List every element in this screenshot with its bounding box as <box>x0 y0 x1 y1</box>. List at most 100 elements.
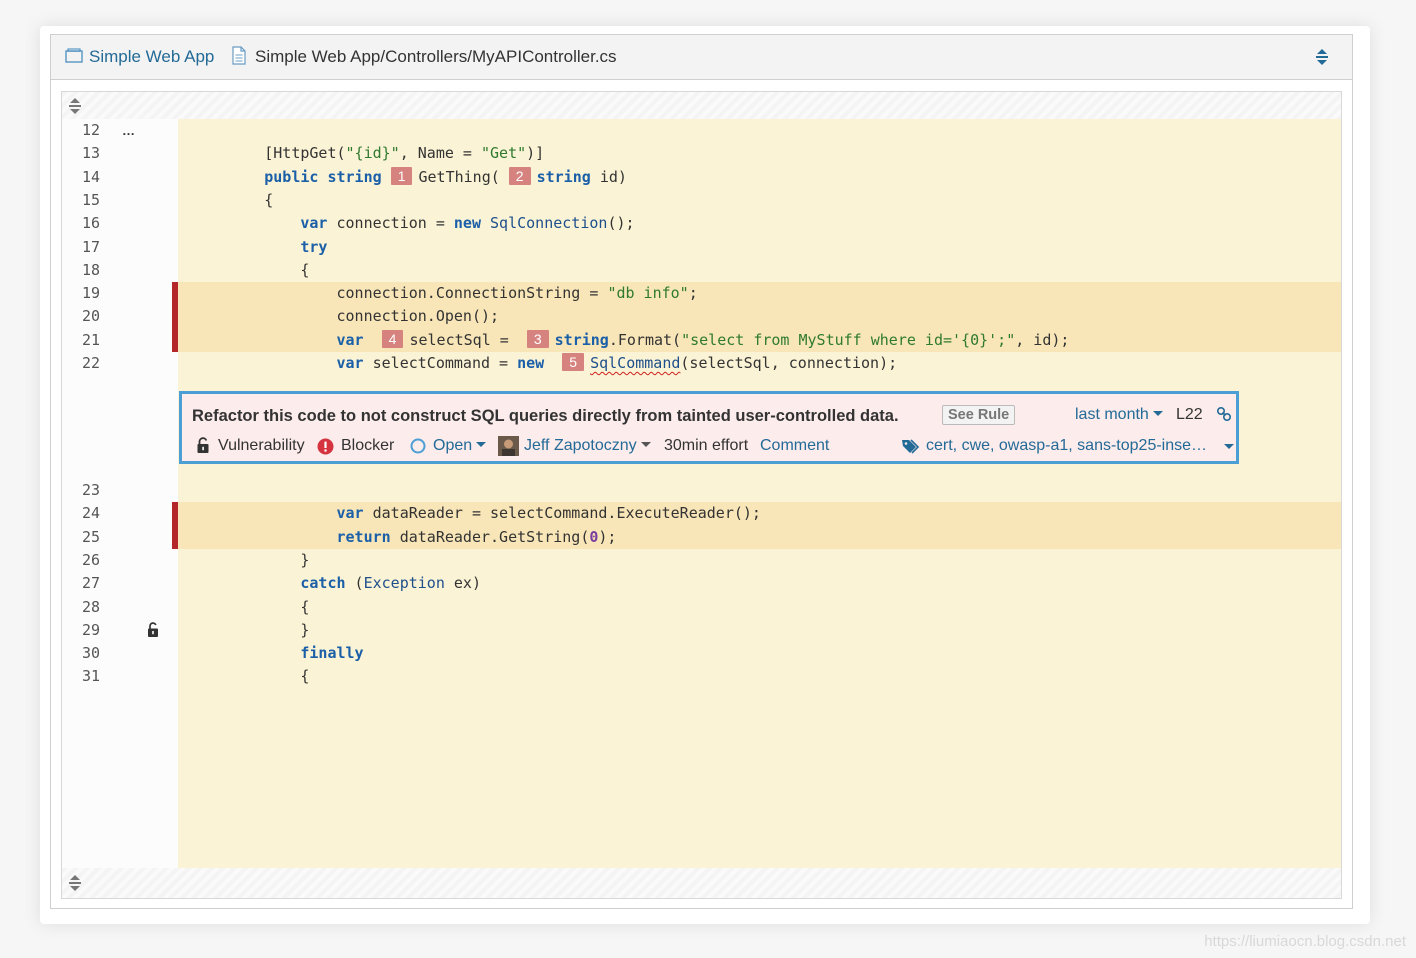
line-number[interactable]: 18 <box>62 259 100 282</box>
project-link[interactable]: Simple Web App <box>89 47 214 67</box>
code-text: { <box>264 190 274 209</box>
code-line: 19 connection.ConnectionString = "db inf… <box>62 282 1341 306</box>
code-line: 21 var 4 selectSql = 3 string.Format("sele… <box>62 328 1341 353</box>
comment-link[interactable]: Comment <box>760 436 829 456</box>
line-number[interactable]: 13 <box>62 142 100 165</box>
assignee-dropdown[interactable]: Jeff Zapotoczny <box>524 436 651 456</box>
line-number[interactable]: 30 <box>62 642 100 665</box>
code-line: 17 try <box>62 236 1341 259</box>
issue-location-bar[interactable] <box>172 502 178 549</box>
source-viewer-header: Simple Web App Simple Web App/Controller… <box>51 35 1352 80</box>
chevron-down-icon <box>476 442 487 447</box>
line-number[interactable]: 28 <box>62 596 100 619</box>
issue-message[interactable]: Refactor this code to not construct SQL … <box>192 406 899 426</box>
tags-dropdown-icon[interactable] <box>1224 444 1234 449</box>
code-line: 14 public string 1 GetThing( 2 string id) <box>62 166 1341 189</box>
source-viewer-panel: Simple Web App Simple Web App/Controller… <box>50 34 1353 909</box>
issue-line-link[interactable]: L22 <box>1176 405 1203 425</box>
line-number[interactable]: 12 <box>62 119 100 142</box>
location-marker[interactable]: 2 <box>508 166 531 185</box>
code-text: { <box>300 667 310 686</box>
avatar <box>498 436 519 456</box>
code-text: } <box>300 620 310 639</box>
line-number[interactable]: 21 <box>62 329 100 352</box>
code-text: connection.ConnectionString = "db info"; <box>336 284 698 303</box>
code-line: 24 var dataReader = selectCommand.Execut… <box>62 502 1341 526</box>
code-line: 12 … <box>62 119 1341 142</box>
line-number[interactable]: 25 <box>62 526 100 549</box>
issue-date-dropdown[interactable]: last month <box>1075 405 1163 425</box>
expand-below-icon[interactable] <box>68 874 82 892</box>
code-line: 31 { <box>62 665 1341 688</box>
watermark: https://liumiaocn.blog.csdn.net <box>1204 933 1406 950</box>
code-text: { <box>300 597 310 616</box>
see-rule-button[interactable]: See Rule <box>942 405 1016 425</box>
line-number[interactable]: 24 <box>62 502 100 525</box>
code-line: 13 [HttpGet("{id}", Name = "Get")] <box>62 142 1341 165</box>
tags-icon <box>902 439 920 454</box>
line-number[interactable]: 23 <box>62 479 100 502</box>
line-number[interactable]: 19 <box>62 282 100 305</box>
line-number[interactable]: 17 <box>62 236 100 259</box>
code-area: 12 … 13 [HttpGet("{id}", Name = "Get")] … <box>61 91 1342 899</box>
issue-box[interactable]: Refactor this code to not construct SQL … <box>179 391 1239 464</box>
code-line: 27 catch (Exception ex) <box>62 572 1341 595</box>
code-line: 29 } <box>62 619 1341 642</box>
line-number[interactable]: 31 <box>62 665 100 688</box>
issue-tags[interactable]: cert, cwe, owasp-a1, sans-top25-inse… <box>926 436 1207 456</box>
code-text: { <box>300 260 310 279</box>
expand-above-icon[interactable] <box>68 97 82 115</box>
code-line: 18 { <box>62 259 1341 282</box>
chevron-down-icon <box>640 442 651 447</box>
line-number[interactable]: 29 <box>62 619 100 642</box>
code-text: connection.Open(); <box>336 307 500 326</box>
issue-severity[interactable]: Blocker <box>341 436 394 456</box>
code-text: return dataReader.GetString(0); <box>336 527 617 546</box>
code-text: var connection = new SqlConnection(); <box>300 214 635 233</box>
code-text: var 4 selectSql = 3 string.Format("select … <box>336 329 1070 349</box>
source-viewer-card: Simple Web App Simple Web App/Controller… <box>40 26 1370 924</box>
code-line: 23 <box>62 479 1341 502</box>
line-number[interactable]: 16 <box>62 212 100 235</box>
location-marker[interactable]: 5 <box>562 353 585 371</box>
project-icon <box>65 48 83 63</box>
code-text: finally <box>300 644 364 663</box>
permalink-icon[interactable] <box>1216 406 1232 422</box>
chevron-down-icon <box>1152 411 1163 416</box>
code-line: 28 { <box>62 596 1341 619</box>
file-icon <box>232 46 246 65</box>
open-status-icon <box>410 438 426 454</box>
code-line: 30 finally <box>62 642 1341 665</box>
location-marker[interactable]: 3 <box>526 329 549 348</box>
location-marker[interactable]: 4 <box>381 329 404 348</box>
expand-all-icon[interactable] <box>1315 48 1329 66</box>
code-text: } <box>300 550 310 569</box>
line-number[interactable]: 20 <box>62 305 100 328</box>
unlock-icon <box>197 437 209 453</box>
code-text: var selectCommand = new 5 SqlCommand(sele… <box>336 353 898 372</box>
line-number[interactable]: 26 <box>62 549 100 572</box>
issue-type[interactable]: Vulnerability <box>218 436 305 456</box>
code-line: 22 var selectCommand = new 5 SqlCommand(s… <box>62 352 1341 375</box>
issue-location-bar[interactable] <box>172 282 178 352</box>
expand-above-bar[interactable] <box>62 92 1341 119</box>
location-marker[interactable]: 1 <box>390 166 413 185</box>
unlock-icon[interactable] <box>147 622 159 638</box>
code-line: 20 connection.Open(); <box>62 305 1341 329</box>
code-line: 26 } <box>62 549 1341 572</box>
file-path: Simple Web App/Controllers/MyAPIControll… <box>255 47 617 66</box>
issue-status-dropdown[interactable]: Open <box>433 436 487 456</box>
expand-below-bar[interactable] <box>62 868 1341 898</box>
code-line: 25 return dataReader.GetString(0); <box>62 525 1341 550</box>
line-number[interactable]: 15 <box>62 189 100 212</box>
code-text: var dataReader = selectCommand.ExecuteRe… <box>336 504 761 523</box>
code-line: 16 var connection = new SqlConnection(); <box>62 212 1341 235</box>
code-text: try <box>300 237 328 256</box>
line-number[interactable]: 22 <box>62 352 100 375</box>
line-number[interactable]: 27 <box>62 572 100 595</box>
blocker-severity-icon <box>317 438 334 455</box>
code-text: [HttpGet("{id}", Name = "Get")] <box>264 144 545 163</box>
code-text: public string 1 GetThing( 2 string id) <box>264 166 627 186</box>
line-number[interactable]: 14 <box>62 166 100 189</box>
more-actions-ellipsis[interactable]: … <box>122 119 135 142</box>
